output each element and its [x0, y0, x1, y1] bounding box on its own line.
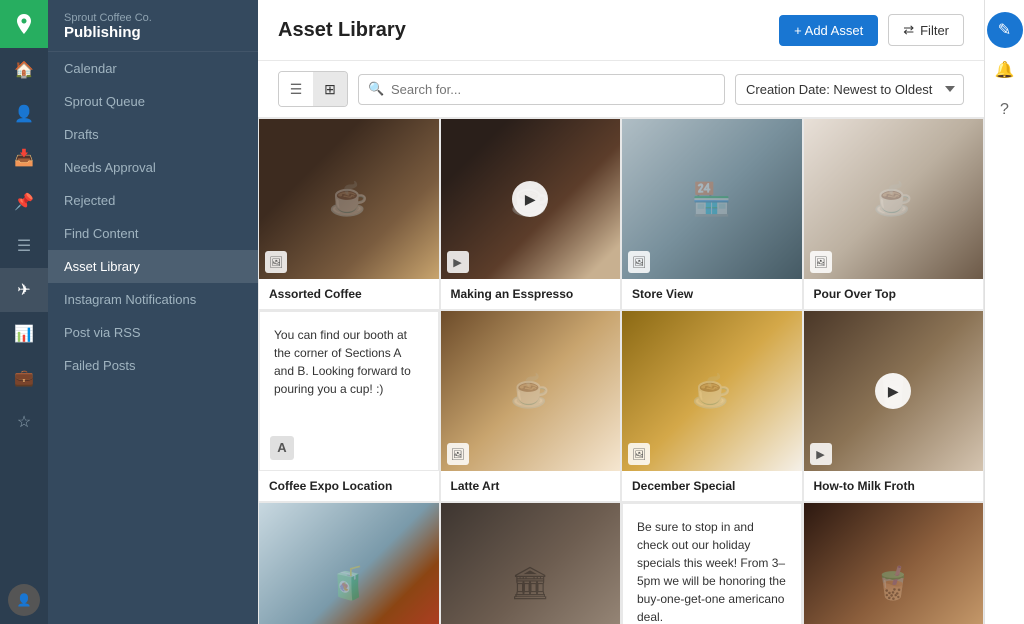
right-panel: ✎ 🔔 ? [984, 0, 1024, 624]
asset-thumb-10: 🏛 🖼 [441, 503, 621, 624]
asset-card-10[interactable]: 🏛 🖼 [440, 502, 622, 624]
nav-header: Sprout Coffee Co. Publishing [48, 0, 258, 52]
view-toggle: ☰ ⊞ [278, 71, 348, 107]
asset-label-2: Making an Esspresso [441, 279, 621, 309]
sort-select[interactable]: Creation Date: Newest to Oldest [735, 74, 964, 105]
nav-item-failed-posts[interactable]: Failed Posts [48, 349, 258, 382]
image-badge-3: 🖼 [628, 251, 650, 273]
asset-text-content-5: You can find our booth at the corner of … [274, 326, 424, 398]
mason-jar-overlay: 🧃 [259, 503, 439, 624]
asset-thumb-4: ☕ 🖼 [804, 119, 984, 279]
search-container: 🔍 [358, 74, 725, 105]
filter-icon: ⇄ [903, 22, 914, 38]
hallway-overlay: 🏛 [441, 503, 621, 624]
asset-text-content-11: Be sure to stop in and check out our hol… [637, 518, 787, 624]
play-button-2: ▶ [512, 181, 548, 217]
search-icon: 🔍 [368, 81, 384, 97]
asset-thumb-3: 🏪 🖼 [622, 119, 802, 279]
asset-thumb-2: ☕ ▶ ▶ [441, 119, 621, 279]
asset-thumb-9: 🧃 🖼 [259, 503, 439, 624]
asset-card-9[interactable]: 🧃 🖼 [258, 502, 440, 624]
nav-item-rejected[interactable]: Rejected [48, 184, 258, 217]
asset-card-3[interactable]: 🏪 🖼 Store View [621, 118, 803, 310]
asset-card-2[interactable]: ☕ ▶ ▶ Making an Esspresso [440, 118, 622, 310]
asset-thumb-6: ☕ 🖼 [441, 311, 621, 471]
sidebar-icon-chart[interactable]: 📊 [0, 312, 48, 356]
filter-button[interactable]: ⇄ Filter [888, 14, 964, 46]
nav-item-calendar[interactable]: Calendar [48, 52, 258, 85]
image-badge-1: 🖼 [265, 251, 287, 273]
sidebar-icon-list[interactable]: ☰ [0, 224, 48, 268]
image-badge-7: 🖼 [628, 443, 650, 465]
icon-sidebar: 🏠 👤 📥 📌 ☰ ✈ 📊 💼 ☆ 👤 [0, 0, 48, 624]
asset-card-11[interactable]: Be sure to stop in and check out our hol… [621, 502, 803, 624]
asset-label-8: How-to Milk Froth [804, 471, 984, 501]
asset-grid: ☕ 🖼 Assorted Coffee ☕ ▶ ▶ Making an Essp… [258, 118, 984, 624]
text-type-icon-5: A [270, 436, 294, 460]
nav-item-instagram-notifications[interactable]: Instagram Notifications [48, 283, 258, 316]
sidebar-icon-pin[interactable]: 📌 [0, 180, 48, 224]
asset-label-7: December Special [622, 471, 802, 501]
asset-thumb-12: 🧋 🖼 [804, 503, 984, 624]
asset-label-1: Assorted Coffee [259, 279, 439, 309]
sidebar-icon-briefcase[interactable]: 💼 [0, 356, 48, 400]
sidebar-bottom: 👤 [8, 584, 40, 624]
asset-label-3: Store View [622, 279, 802, 309]
list-view-button[interactable]: ☰ [279, 72, 313, 106]
asset-text-11: Be sure to stop in and check out our hol… [622, 503, 802, 624]
sidebar-icon-inbox[interactable]: 📥 [0, 136, 48, 180]
nav-item-asset-library[interactable]: Asset Library [48, 250, 258, 283]
nav-item-post-via-rss[interactable]: Post via RSS [48, 316, 258, 349]
main-content: Asset Library + Add Asset ⇄ Filter ☰ ⊞ 🔍… [258, 0, 984, 624]
asset-label-4: Pour Over Top [804, 279, 984, 309]
toolbar: ☰ ⊞ 🔍 Creation Date: Newest to Oldest [258, 61, 984, 118]
sidebar-icon-home[interactable]: 🏠 [0, 48, 48, 92]
asset-label-5: Coffee Expo Location [259, 471, 439, 501]
app-logo[interactable] [0, 0, 48, 48]
add-asset-button[interactable]: + Add Asset [779, 15, 878, 46]
asset-thumb-7: ☕ 🖼 [622, 311, 802, 471]
asset-card-7[interactable]: ☕ 🖼 December Special [621, 310, 803, 502]
asset-card-6[interactable]: ☕ 🖼 Latte Art [440, 310, 622, 502]
iced-coffee-overlay: 🧋 [804, 503, 984, 624]
video-badge-2: ▶ [447, 251, 469, 273]
sidebar-icon-send[interactable]: ✈ [0, 268, 48, 312]
nav-item-needs-approval[interactable]: Needs Approval [48, 151, 258, 184]
image-badge-6: 🖼 [447, 443, 469, 465]
video-badge-8: ▶ [810, 443, 832, 465]
section-title: Publishing [64, 24, 242, 41]
search-input[interactable] [358, 74, 725, 105]
sidebar-icon-user[interactable]: 👤 [0, 92, 48, 136]
asset-card-4[interactable]: ☕ 🖼 Pour Over Top [803, 118, 985, 310]
nav-sidebar: Sprout Coffee Co. Publishing Calendar Sp… [48, 0, 258, 624]
nav-item-find-content[interactable]: Find Content [48, 217, 258, 250]
nav-item-sprout-queue[interactable]: Sprout Queue [48, 85, 258, 118]
nav-item-drafts[interactable]: Drafts [48, 118, 258, 151]
image-badge-4: 🖼 [810, 251, 832, 273]
asset-text-5: You can find our booth at the corner of … [259, 311, 439, 471]
page-title: Asset Library [278, 19, 769, 42]
company-name: Sprout Coffee Co. [64, 12, 242, 24]
asset-card-8[interactable]: 🥛 ▶ ▶ How-to Milk Froth [803, 310, 985, 502]
asset-card-12[interactable]: 🧋 🖼 [803, 502, 985, 624]
asset-card-1[interactable]: ☕ 🖼 Assorted Coffee [258, 118, 440, 310]
play-button-8: ▶ [875, 373, 911, 409]
grid-view-button[interactable]: ⊞ [313, 72, 347, 106]
profile-icon-button[interactable]: ✎ [987, 12, 1023, 48]
sidebar-icon-star[interactable]: ☆ [0, 400, 48, 444]
asset-label-6: Latte Art [441, 471, 621, 501]
asset-thumb-8: 🥛 ▶ ▶ [804, 311, 984, 471]
notification-icon-button[interactable]: 🔔 [987, 52, 1023, 88]
logo-icon [12, 12, 36, 36]
help-icon-button[interactable]: ? [987, 92, 1023, 128]
asset-card-5[interactable]: You can find our booth at the corner of … [258, 310, 440, 502]
asset-thumb-1: ☕ 🖼 [259, 119, 439, 279]
avatar[interactable]: 👤 [8, 584, 40, 616]
main-header: Asset Library + Add Asset ⇄ Filter [258, 0, 984, 61]
filter-label: Filter [920, 23, 949, 38]
